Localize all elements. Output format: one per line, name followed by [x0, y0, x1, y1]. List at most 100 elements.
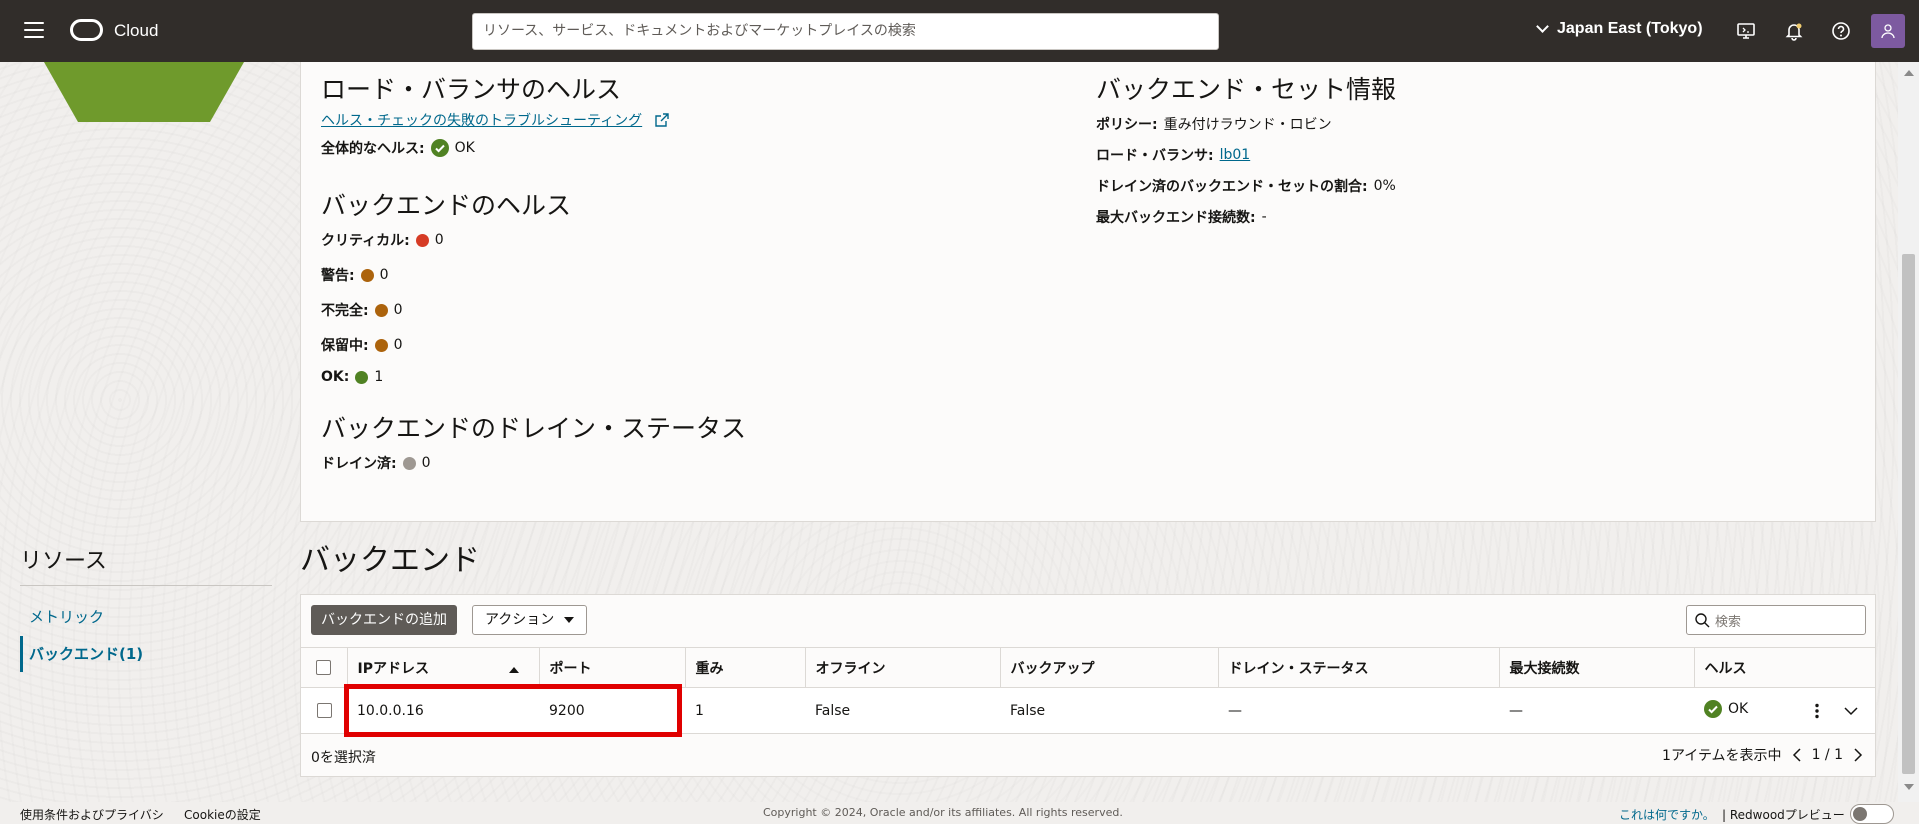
- critical-status-icon: [415, 233, 429, 247]
- external-link-icon[interactable]: [654, 112, 670, 128]
- region-selector[interactable]: Japan East (Tokyo): [1536, 20, 1703, 38]
- health-pending-value: 0: [393, 337, 403, 353]
- user-avatar[interactable]: [1871, 14, 1905, 48]
- overall-health-value: OK: [454, 140, 475, 156]
- kebab-menu-icon[interactable]: [1814, 703, 1820, 719]
- health-pending: 保留中: 0: [321, 335, 403, 355]
- pagination: 1アイテムを表示中 1 / 1: [1662, 745, 1863, 765]
- health-critical: クリティカル: 0: [321, 230, 444, 250]
- selected-count: 0を選択済: [311, 750, 376, 766]
- col-backup[interactable]: バックアップ: [999, 647, 1218, 688]
- drained-ratio-value: 0%: [1373, 178, 1396, 194]
- add-backend-button[interactable]: バックエンドの追加: [311, 605, 457, 635]
- table-header-row: IPアドレス ポート 重み オフライン バックアップ ドレイン・ステータス 最大…: [301, 647, 1875, 688]
- terms-link[interactable]: 使用条件およびプライバシ: [20, 806, 164, 823]
- developer-tools-icon[interactable]: [1736, 21, 1756, 41]
- scrollbar-thumb[interactable]: [1902, 254, 1915, 774]
- col-max-connections[interactable]: 最大接続数: [1498, 647, 1694, 688]
- drain-status-label: ドレイン済:: [321, 456, 397, 472]
- col-offline[interactable]: オフライン: [804, 647, 1000, 688]
- cell-health: OK: [1694, 687, 1875, 734]
- col-weight[interactable]: 重み: [684, 647, 805, 688]
- health-incomplete-label: 不完全:: [321, 303, 369, 319]
- actions-button-label: アクション: [485, 612, 555, 628]
- caret-down-icon: [564, 617, 575, 623]
- health-critical-value: 0: [434, 232, 444, 248]
- cell-port: 9200: [539, 687, 685, 734]
- health-warning-label: 警告:: [321, 268, 355, 284]
- cell-offline: False: [805, 687, 1000, 734]
- redwood-preview-toggle[interactable]: [1850, 804, 1894, 824]
- row-select-cell: [301, 687, 347, 734]
- expand-row-chevron-icon[interactable]: [1844, 706, 1858, 716]
- table-search-input[interactable]: 検索: [1686, 605, 1866, 635]
- check-circle-icon: [1704, 699, 1722, 718]
- table-row[interactable]: 10.0.0.16 9200 1 False False — — OK: [301, 687, 1875, 734]
- health-incomplete-value: 0: [393, 302, 403, 318]
- drain-status-title: バックエンドのドレイン・ステータス: [321, 414, 747, 443]
- ok-status-icon: [355, 370, 369, 384]
- col-health[interactable]: ヘルス: [1693, 647, 1875, 688]
- sort-ascending-icon[interactable]: [508, 666, 519, 673]
- backends-title: バックエンド: [300, 543, 480, 578]
- menu-icon[interactable]: [24, 22, 44, 38]
- select-all-checkbox[interactable]: [316, 660, 332, 675]
- policy-row: ポリシー: 重み付けラウンド・ロビン: [1096, 114, 1332, 134]
- resource-item-backends[interactable]: バックエンド(1): [29, 643, 143, 664]
- what-is-this-link[interactable]: これは何ですか。: [1619, 806, 1715, 823]
- search-icon: [1695, 613, 1710, 628]
- redwood-preview-label: | Redwoodプレビュー: [1722, 808, 1845, 822]
- help-icon[interactable]: [1831, 21, 1851, 41]
- lb-row: ロード・バランサ: lb01: [1096, 145, 1250, 165]
- page-indicator: 1 / 1: [1811, 747, 1843, 763]
- col-drain-status[interactable]: ドレイン・ステータス: [1217, 647, 1499, 688]
- resources-title: リソース: [20, 549, 107, 574]
- global-search-input[interactable]: リソース、サービス、ドキュメントおよびマーケットプレイスの検索: [472, 13, 1219, 50]
- backends-table-panel: バックエンドの追加 アクション 検索 IPアドレス ポート 重み オフライン バ…: [300, 594, 1876, 777]
- cell-ip: 10.0.0.16: [347, 687, 539, 734]
- cell-drain: —: [1218, 687, 1499, 734]
- resource-active-indicator: [20, 636, 23, 672]
- cell-max-conn: —: [1499, 687, 1694, 734]
- region-label: Japan East (Tokyo): [1557, 20, 1703, 37]
- drain-status: ドレイン済: 0: [321, 453, 431, 473]
- health-pending-label: 保留中:: [321, 338, 369, 354]
- col-port[interactable]: ポート: [538, 647, 685, 688]
- health-warning-value: 0: [379, 267, 389, 283]
- col-ip-address[interactable]: IPアドレス: [346, 647, 539, 688]
- cell-backup: False: [1000, 687, 1218, 734]
- health-ok-badge: OK: [1704, 699, 1748, 718]
- copyright-text: Copyright © 2024, Oracle and/or its affi…: [763, 806, 1123, 819]
- load-balancer-hexagon-icon: [44, 62, 244, 122]
- policy-value: 重み付けラウンド・ロビン: [1163, 117, 1332, 133]
- overall-health-label: 全体的なヘルス:: [321, 141, 425, 157]
- incomplete-status-icon: [374, 303, 388, 317]
- brand-name[interactable]: Cloud: [114, 21, 158, 41]
- warning-status-icon: [360, 268, 374, 282]
- items-shown-text: 1アイテムを表示中: [1662, 748, 1782, 764]
- cookie-settings-link[interactable]: Cookieの設定: [184, 806, 261, 823]
- previous-page-icon[interactable]: [1792, 748, 1802, 762]
- row-checkbox[interactable]: [316, 703, 332, 718]
- troubleshoot-link-text[interactable]: ヘルス・チェックの失敗のトラブルシューティング: [321, 110, 642, 130]
- drained-status-icon: [402, 456, 416, 470]
- backend-health-title: バックエンドのヘルス: [321, 191, 572, 220]
- next-page-icon[interactable]: [1853, 748, 1863, 762]
- select-all-header: [301, 647, 347, 688]
- troubleshoot-link[interactable]: ヘルス・チェックの失敗のトラブルシューティング: [321, 110, 670, 130]
- lb-link[interactable]: lb01: [1220, 147, 1251, 163]
- oracle-logo-icon[interactable]: [70, 19, 103, 41]
- bell-icon[interactable]: [1784, 21, 1804, 41]
- page-footer: 使用条件およびプライバシ Cookieの設定 Copyright © 2024,…: [0, 802, 1919, 824]
- resources-divider: [20, 585, 272, 586]
- actions-button[interactable]: アクション: [472, 605, 588, 635]
- health-ok-label: OK:: [321, 369, 350, 385]
- backend-set-info-title: バックエンド・セット情報: [1096, 75, 1397, 104]
- backends-table: IPアドレス ポート 重み オフライン バックアップ ドレイン・ステータス 最大…: [301, 647, 1875, 734]
- resource-item-metrics[interactable]: メトリック: [29, 606, 104, 627]
- lb-label: ロード・バランサ:: [1096, 148, 1214, 164]
- max-conn-value: -: [1261, 209, 1267, 225]
- drained-ratio-row: ドレイン済のバックエンド・セットの割合: 0%: [1096, 176, 1396, 196]
- scroll-up-arrow-icon[interactable]: [1904, 70, 1914, 76]
- scroll-down-arrow-icon[interactable]: [1904, 784, 1914, 790]
